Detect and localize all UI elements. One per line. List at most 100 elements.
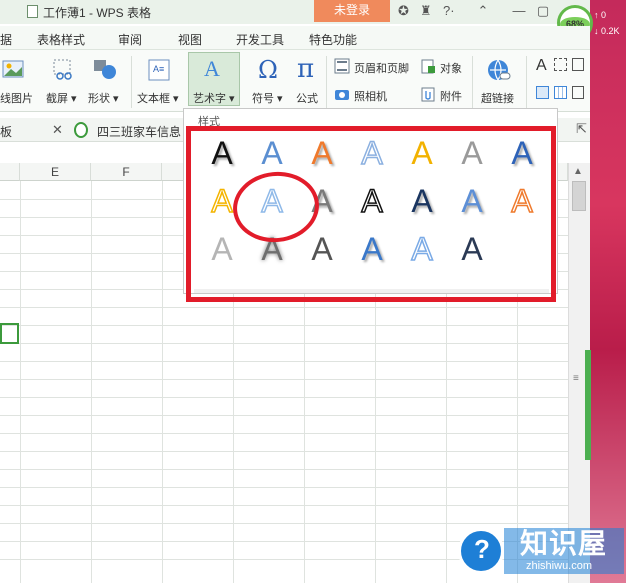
arttext-style-gold[interactable]: A xyxy=(402,133,442,173)
menu-table-style[interactable]: 表格样式 xyxy=(37,31,85,48)
textbox-button[interactable]: 文本框 ▾ xyxy=(137,90,179,106)
hyperlink-icon[interactable] xyxy=(486,58,512,84)
column-header-f[interactable]: F xyxy=(91,163,162,181)
scroll-up-icon[interactable]: ▲ xyxy=(573,166,583,177)
shapes-button[interactable]: 形状 ▾ xyxy=(88,90,119,106)
grid-line xyxy=(0,487,568,488)
collapse-ribbon-button[interactable]: ⌃ xyxy=(472,2,494,20)
picture-icon[interactable] xyxy=(2,58,26,80)
arttext-icon: A xyxy=(204,56,220,81)
scissors-icon[interactable] xyxy=(52,58,76,80)
grid-line xyxy=(0,343,568,344)
align-icon[interactable] xyxy=(572,86,584,99)
omega-icon[interactable]: Ω xyxy=(258,56,278,84)
symbol-button[interactable]: 符号 ▾ xyxy=(252,90,283,106)
shapes-icon[interactable] xyxy=(92,58,118,80)
selected-cell[interactable] xyxy=(0,323,19,344)
window-title: 工作薄1 - WPS 表格 xyxy=(43,6,152,20)
ribbon-separator xyxy=(526,56,527,108)
arttext-style-blue-reflect[interactable]: A xyxy=(502,133,542,173)
screenshot-button[interactable]: 截屏 ▾ xyxy=(46,90,77,106)
arttext-style-dark-gray[interactable]: A xyxy=(302,229,342,269)
arttext-style-blue-outline[interactable]: A xyxy=(352,133,392,173)
help-icon[interactable]: ?· xyxy=(443,4,455,18)
hyperlink-button[interactable]: 超链接 xyxy=(481,90,514,106)
net-down-arrow-icon: ↓ xyxy=(594,26,599,36)
panel-resize-grip[interactable] xyxy=(194,289,549,293)
arttext-style-gray-shadow[interactable]: A xyxy=(302,181,342,221)
menu-special[interactable]: 特色功能 xyxy=(309,31,357,48)
menu-review[interactable]: 审阅 xyxy=(118,31,142,48)
menu-data[interactable]: 据 xyxy=(0,31,12,48)
tab-fragment[interactable]: 板 xyxy=(0,123,12,140)
grid-icon[interactable] xyxy=(554,86,567,99)
camera-icon[interactable] xyxy=(334,86,350,102)
grid-line xyxy=(0,361,568,362)
attachment-button[interactable]: 附件 xyxy=(440,88,462,104)
net-up-arrow-icon: ↑ xyxy=(594,10,599,20)
arttext-style-blue-3d[interactable]: A xyxy=(452,181,492,221)
arttext-style-gray-blur[interactable]: A xyxy=(252,229,292,269)
arttext-style-light-gray[interactable]: A xyxy=(202,229,242,269)
side-panel xyxy=(590,0,626,583)
camera-button[interactable]: 照相机 xyxy=(354,88,387,104)
arttext-style-navy-shadow[interactable]: A xyxy=(402,181,442,221)
scroll-thumb[interactable] xyxy=(572,181,586,211)
maximize-button[interactable]: ▢ xyxy=(532,2,554,20)
scroll-grip-icon[interactable]: ≡ xyxy=(573,373,579,384)
arttext-style-blue-gradient[interactable]: A xyxy=(252,133,292,173)
document-icon xyxy=(27,5,38,18)
arttext-style-blue-gradient-3d[interactable]: A xyxy=(352,229,392,269)
column-header[interactable] xyxy=(0,163,20,181)
ribbon-separator xyxy=(326,56,327,108)
header-footer-icon[interactable] xyxy=(334,58,350,74)
arttext-label: 艺术字 ▾ xyxy=(193,93,235,105)
textbox-icon[interactable]: A≡ xyxy=(147,58,171,82)
object-icon[interactable] xyxy=(420,58,436,74)
arttext-style-black-shadow[interactable]: A xyxy=(202,133,242,173)
login-button[interactable]: 未登录 xyxy=(314,0,390,22)
panel-label: 样式 xyxy=(198,116,220,128)
shirt-icon[interactable]: ♜ xyxy=(420,4,432,18)
text-format-icon[interactable]: A xyxy=(536,57,547,75)
formula-button[interactable]: 公式 xyxy=(296,90,318,106)
minimize-button[interactable]: — xyxy=(508,2,530,20)
grid-line xyxy=(0,451,568,452)
arttext-style-orange-shadow[interactable]: A xyxy=(302,133,342,173)
tab-overflow-icon[interactable]: ⇱ xyxy=(576,121,587,137)
net-down-value: ↓ 0.2K xyxy=(594,26,620,36)
ribbon-separator xyxy=(131,56,132,108)
menu-view[interactable]: 视图 xyxy=(178,31,202,48)
grid-line xyxy=(0,307,568,308)
column-header-e[interactable]: E xyxy=(20,163,91,181)
arttext-style-black-outline[interactable]: A xyxy=(352,181,392,221)
frame-icon[interactable] xyxy=(554,58,567,71)
arttext-style-blue-outline-light[interactable]: A xyxy=(402,229,442,269)
watermark-logo: ? 知识屋 zhishiwu.com xyxy=(450,520,626,583)
grid-line xyxy=(0,415,568,416)
line-picture-button[interactable]: 线图片 xyxy=(0,90,33,106)
header-footer-button[interactable]: 页眉和页脚 xyxy=(354,60,409,76)
svg-text:A≡: A≡ xyxy=(153,64,164,74)
side-pane-handle[interactable] xyxy=(585,350,591,460)
border-icon[interactable] xyxy=(572,58,584,71)
grid-line xyxy=(0,379,568,380)
attachment-icon[interactable] xyxy=(420,86,436,102)
arttext-style-gray[interactable]: A xyxy=(452,133,492,173)
grid-line xyxy=(0,469,568,470)
watermark-url: zhishiwu.com xyxy=(526,560,593,572)
pi-icon[interactable]: π xyxy=(297,54,314,84)
arttext-style-gold-outline[interactable]: A xyxy=(202,181,242,221)
arttext-style-light-blue-outline[interactable]: A xyxy=(252,181,292,221)
net-up-value: ↑ 0 xyxy=(594,10,607,20)
grid-line xyxy=(0,433,568,434)
close-tab-icon[interactable]: ✕ xyxy=(52,122,63,138)
menu-developer[interactable]: 开发工具 xyxy=(236,31,284,48)
layout-icon[interactable] xyxy=(536,86,549,99)
object-button[interactable]: 对象 xyxy=(440,60,462,76)
document-tab[interactable]: 四三班家车信息 xyxy=(97,123,181,140)
arttext-style-orange-outline[interactable]: A xyxy=(502,181,542,221)
arttext-style-dark-striped[interactable]: A xyxy=(452,229,492,269)
grid-line xyxy=(0,505,568,506)
skin-icon[interactable]: ✪ xyxy=(398,4,409,18)
